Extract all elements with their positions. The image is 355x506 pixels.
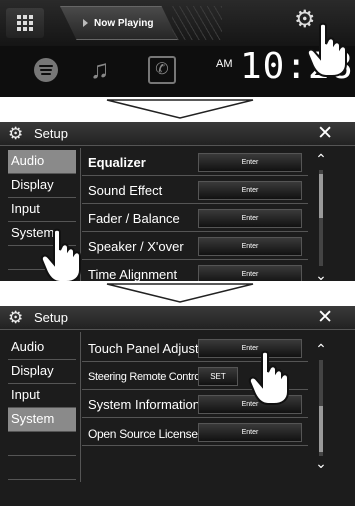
enter-button[interactable]: Enter [198,153,302,172]
now-playing-tab[interactable]: Now Playing [60,6,178,40]
enter-button[interactable]: Enter [198,237,302,256]
setting-row-equalizer: Equalizer Enter [82,150,308,176]
enter-button[interactable]: Enter [198,265,302,281]
setting-label: Speaker / X'over [88,239,184,254]
spotify-icon[interactable] [34,58,58,82]
enter-button[interactable]: Enter [198,209,302,228]
scroll-up-icon[interactable]: ⌃ [313,342,329,356]
close-icon[interactable]: ✕ [317,306,333,330]
setting-label: Open Source Licenses [88,427,204,441]
music-icon[interactable]: ♫ [90,54,110,85]
page-title: Setup [34,310,68,325]
scrollbar-thumb[interactable] [319,406,323,452]
category-input[interactable]: Input [8,384,76,408]
setting-label: Touch Panel Adjust [88,341,199,356]
transition-arrow [106,99,254,119]
scrollbar-thumb[interactable] [319,174,323,218]
setting-row-time-alignment: Time Alignment Enter [82,262,308,281]
scroll-up-icon[interactable]: ⌃ [313,152,329,166]
category-audio[interactable]: Audio [8,336,76,360]
gear-icon: ⚙ [8,124,24,143]
page-title: Setup [34,126,68,141]
home-screen: Now Playing ⚙ ♫ ✆ AM 10:28 [0,0,355,97]
hand-pointer-icon [306,22,347,77]
am-indicator: AM [216,58,233,70]
category-display[interactable]: Display [8,174,76,198]
setting-label: Fader / Balance [88,211,180,226]
setting-label: Sound Effect [88,183,163,198]
set-button[interactable]: SET [198,367,238,386]
phone-icon[interactable]: ✆ [148,56,176,84]
decorative-stripes [172,6,222,40]
hand-pointer-icon [40,228,81,281]
setting-label: Time Alignment [88,267,178,281]
gear-icon: ⚙ [8,308,24,327]
play-arrow-icon [83,19,88,27]
setting-label: Steering Remote Controller [88,371,214,383]
category-input[interactable]: Input [8,198,76,222]
scroll-down-icon[interactable]: ⌄ [313,268,329,281]
setting-label: Equalizer [88,155,146,170]
close-icon[interactable]: ✕ [317,122,333,146]
category-display[interactable]: Display [8,360,76,384]
hand-pointer-icon [248,350,289,405]
setting-label: System Information [88,397,200,412]
transition-arrow [106,283,254,303]
setup-screen-audio: ⚙ Setup ✕ Audio Display Input System Equ… [0,122,355,281]
category-empty [8,432,76,456]
enter-button[interactable]: Enter [198,181,302,200]
category-system[interactable]: System [8,408,76,432]
setting-row-speaker-xover: Speaker / X'over Enter [82,234,308,260]
category-audio[interactable]: Audio [8,150,76,174]
category-empty [8,456,76,480]
setting-row-sound-effect: Sound Effect Enter [82,178,308,204]
divider [80,332,81,482]
grid-icon [17,15,33,31]
now-playing-label: Now Playing [94,17,154,29]
menu-button[interactable] [6,8,44,38]
setting-row-open-source-licenses: Open Source Licenses Enter [82,420,308,446]
setting-row-fader-balance: Fader / Balance Enter [82,206,308,232]
scroll-down-icon[interactable]: ⌄ [313,456,329,470]
setup-screen-system: ⚙ Setup ✕ Audio Display Input System Tou… [0,306,355,506]
enter-button[interactable]: Enter [198,423,302,442]
